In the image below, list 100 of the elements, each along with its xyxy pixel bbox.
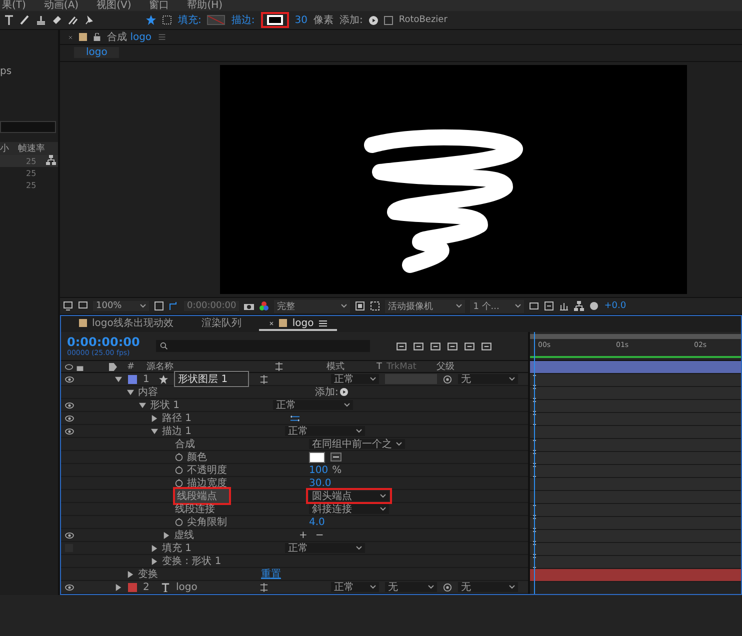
menu-item[interactable]: 动画(A): [44, 0, 79, 11]
stamp-tool-icon[interactable]: [36, 15, 46, 25]
property-label[interactable]: 线段连接: [175, 502, 215, 516]
value-number[interactable]: 4.0: [309, 516, 325, 528]
property-label[interactable]: 描边宽度: [187, 476, 227, 490]
safe-zones-icon[interactable]: [154, 301, 164, 311]
dropdown[interactable]: 圆头端点: [309, 491, 389, 501]
transparency-grid-icon[interactable]: [370, 301, 380, 311]
mask-toggle-icon[interactable]: [169, 301, 179, 311]
column-header[interactable]: T: [376, 362, 387, 372]
value-number[interactable]: 100: [309, 464, 328, 476]
property-label[interactable]: 路径 1: [162, 411, 192, 425]
resolution-dropdown[interactable]: 完整: [274, 300, 350, 312]
parent-dropdown[interactable]: 无: [458, 582, 518, 592]
zoom-dropdown[interactable]: 100%: [93, 301, 149, 311]
property-label[interactable]: 线段端点: [175, 489, 229, 503]
dropdown[interactable]: 在同组中前一个之: [309, 439, 405, 449]
menu-item[interactable]: 视图(V): [96, 0, 132, 11]
stopwatch-icon[interactable]: [175, 518, 183, 526]
property-label[interactable]: 合成: [175, 437, 195, 451]
monitor-icon[interactable]: [63, 301, 73, 311]
property-label[interactable]: 内容: [138, 385, 158, 399]
panel-title[interactable]: 合成 logo: [107, 30, 152, 44]
eye-icon[interactable]: [65, 376, 74, 382]
stroke-swatch[interactable]: [266, 15, 283, 25]
views-dropdown[interactable]: 1 个...: [470, 300, 524, 312]
column-header[interactable]: 小: [0, 142, 16, 155]
property-label[interactable]: 变换: [138, 567, 158, 581]
play-circle-icon[interactable]: [368, 16, 378, 24]
mode-dropdown[interactable]: 正常: [331, 374, 379, 384]
property-label[interactable]: 尖角限制: [187, 515, 227, 529]
brush-tool-icon[interactable]: [20, 15, 30, 25]
layer-name[interactable]: 形状图层 1: [174, 371, 249, 387]
layer-bar[interactable]: [530, 569, 741, 582]
layer-bar[interactable]: [530, 361, 741, 374]
camera-icon[interactable]: [244, 301, 254, 311]
mode-dropdown[interactable]: 正常: [331, 582, 379, 592]
search-field[interactable]: [0, 121, 56, 133]
eye-icon[interactable]: [65, 532, 74, 538]
camera-dropdown[interactable]: 活动摄像机: [385, 300, 466, 312]
close-icon[interactable]: [68, 34, 73, 40]
disclosure-triangle-icon[interactable]: [151, 558, 158, 564]
eye-icon[interactable]: [65, 414, 74, 422]
text-layer-icon[interactable]: [161, 582, 170, 592]
search-icon[interactable]: [160, 342, 168, 350]
stroke-width-value[interactable]: 30: [294, 14, 308, 26]
disclosure-triangle-icon[interactable]: [151, 544, 158, 552]
layer-name[interactable]: logo: [176, 582, 198, 592]
column-header[interactable]: 模式: [326, 360, 377, 373]
color-swatch[interactable]: [309, 452, 325, 462]
roto-brush-tool-icon[interactable]: [68, 15, 78, 25]
disclosure-triangle-icon[interactable]: [127, 388, 134, 396]
column-header[interactable]: 父级: [436, 360, 455, 373]
reset-link[interactable]: 重置: [261, 567, 281, 581]
star-icon[interactable]: [146, 15, 156, 25]
column-header[interactable]: 源名称: [146, 360, 239, 373]
display-icon[interactable]: [78, 301, 88, 311]
label-color-swatch[interactable]: [128, 582, 137, 592]
mask-icon[interactable]: [162, 15, 172, 25]
parent-dropdown[interactable]: 无: [458, 374, 518, 384]
trkmat-dropdown[interactable]: 无: [385, 582, 437, 592]
column-header[interactable]: #: [127, 362, 135, 372]
search-field[interactable]: [156, 340, 370, 352]
disclosure-triangle-icon[interactable]: [163, 532, 170, 538]
chart-icon[interactable]: [559, 301, 570, 311]
type-tool-icon[interactable]: [4, 15, 14, 25]
stopwatch-icon[interactable]: [175, 479, 183, 487]
column-header[interactable]: 帧速率: [18, 142, 45, 155]
dropdown[interactable]: 正常: [285, 426, 365, 436]
pick-whip-icon[interactable]: [443, 374, 452, 384]
menu-item[interactable]: 果(T): [2, 0, 26, 11]
dropdown[interactable]: 正常: [273, 400, 353, 410]
region-icon[interactable]: [355, 301, 366, 311]
property-label[interactable]: 填充 1: [162, 541, 192, 555]
dropdown[interactable]: 斜接连接: [309, 504, 389, 514]
property-label[interactable]: 颜色: [187, 450, 207, 464]
composition-tab[interactable]: logo: [74, 47, 120, 58]
disclosure-triangle-icon[interactable]: [115, 584, 122, 590]
flowchart-icon[interactable]: [574, 301, 584, 311]
property-label[interactable]: 形状 1: [150, 398, 180, 412]
timeline-tab[interactable]: logo: [259, 317, 337, 331]
pick-whip-icon[interactable]: [443, 582, 452, 592]
star-icon[interactable]: [159, 374, 168, 384]
value-number[interactable]: 30.0: [309, 478, 332, 488]
disclosure-triangle-icon[interactable]: [151, 414, 158, 422]
fill-swatch[interactable]: [207, 15, 226, 25]
dash-button[interactable]: +: [297, 530, 310, 540]
project-row[interactable]: 25: [0, 155, 58, 167]
eye-icon[interactable]: [65, 362, 73, 370]
label-tag-icon[interactable]: [109, 362, 117, 370]
menu-item[interactable]: 帮助(H): [187, 0, 223, 11]
disclosure-triangle-icon[interactable]: [139, 402, 146, 408]
disclosure-triangle-icon[interactable]: [115, 376, 122, 382]
eye-icon[interactable]: [65, 402, 74, 408]
current-time[interactable]: 0:00:00:00: [67, 335, 140, 349]
property-label[interactable]: 变换 : 形状 1: [162, 554, 222, 568]
layout-icon[interactable]: [529, 301, 540, 311]
property-label[interactable]: 不透明度: [187, 463, 227, 477]
property-label[interactable]: 虚线: [174, 528, 194, 542]
label-color-swatch[interactable]: [128, 374, 137, 384]
